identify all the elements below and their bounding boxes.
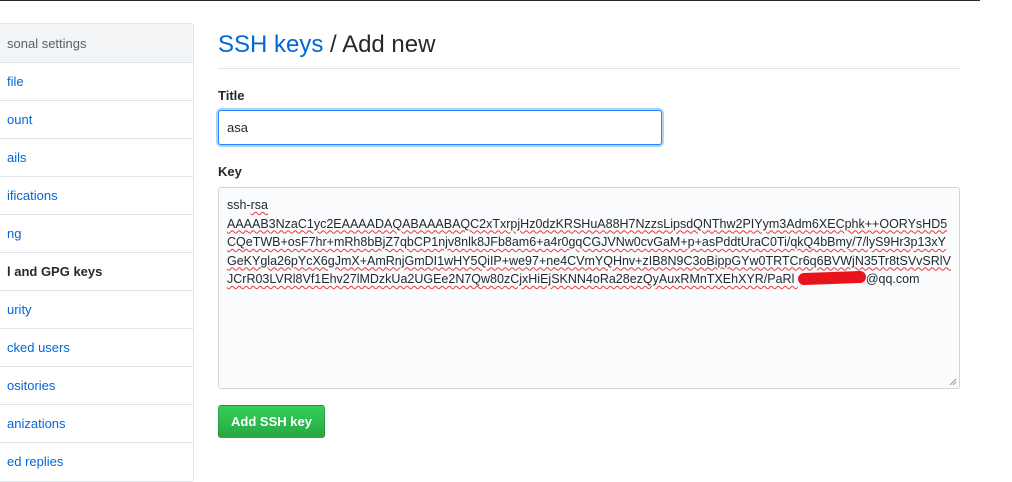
page-title: SSH keys / Add new <box>218 33 960 69</box>
sidebar-item-list: file ount ails ifications ng l and GPG keys ur… <box>0 63 193 481</box>
breadcrumb-separator: / <box>323 31 343 58</box>
sidebar-item[interactable]: urity <box>0 291 193 329</box>
title-input[interactable]: asa <box>218 110 662 145</box>
sidebar-item[interactable]: ails <box>0 139 193 177</box>
key-email: @qq.com <box>865 272 920 286</box>
top-border <box>0 0 980 1</box>
breadcrumb-ssh-keys-link[interactable]: SSH keys <box>218 31 323 58</box>
sidebar-header: sonal settings <box>0 24 193 63</box>
sidebar-item[interactable]: ng <box>0 215 193 253</box>
add-ssh-key-button[interactable]: Add SSH key <box>218 405 325 438</box>
sidebar-item[interactable]: ifications <box>0 177 193 215</box>
sidebar-item[interactable]: cked users <box>0 329 193 367</box>
breadcrumb-current: Add new <box>342 31 436 58</box>
sidebar-item[interactable]: file <box>0 63 193 101</box>
title-label: Title <box>218 88 245 103</box>
settings-sidebar: sonal settings file ount ails ifications ng l… <box>0 23 194 482</box>
sidebar-item[interactable]: l and GPG keys <box>0 253 193 291</box>
sidebar-item[interactable]: ount <box>0 101 193 139</box>
sidebar-item[interactable]: ed replies <box>0 443 193 481</box>
key-textarea[interactable]: ssh-rsa AAAAB3NzaC1yc2EAAAADAQABAAABAQC2… <box>218 187 960 389</box>
sidebar-item[interactable]: ositories <box>0 367 193 405</box>
resize-grip-icon[interactable] <box>949 378 957 386</box>
key-type-rsa: rsa <box>250 198 268 212</box>
sidebar-item[interactable]: anizations <box>0 405 193 443</box>
key-label: Key <box>218 164 242 179</box>
key-type: ssh-rsa <box>227 198 268 212</box>
redaction-mark <box>797 270 867 286</box>
